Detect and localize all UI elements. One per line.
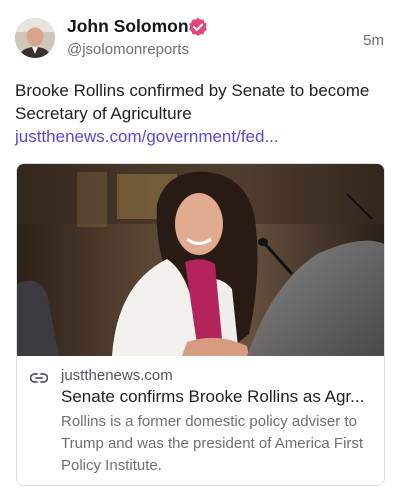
author-handle[interactable]: @jsolomonreports [67, 41, 189, 58]
card-title[interactable]: Senate confirms Brooke Rollins as Agr... [61, 387, 377, 407]
card-image [17, 164, 384, 356]
card-description: Rollins is a former domestic policy advi… [61, 413, 364, 474]
post-text: Brooke Rollins confirmed by Senate to be… [15, 81, 370, 123]
post-timestamp: 5m [363, 32, 384, 49]
post: John Solomon @jsolomonreports 5m Brooke … [0, 0, 401, 500]
post-link[interactable]: justthenews.com/government/fed... [15, 125, 279, 148]
author-name[interactable]: John Solomon [67, 16, 189, 37]
link-icon [29, 371, 49, 383]
link-preview-card[interactable]: justthenews.com Senate confirms Brooke R… [16, 163, 385, 486]
author-avatar[interactable] [15, 18, 55, 58]
verified-badge-icon [188, 17, 208, 37]
card-domain: justthenews.com [61, 367, 173, 384]
